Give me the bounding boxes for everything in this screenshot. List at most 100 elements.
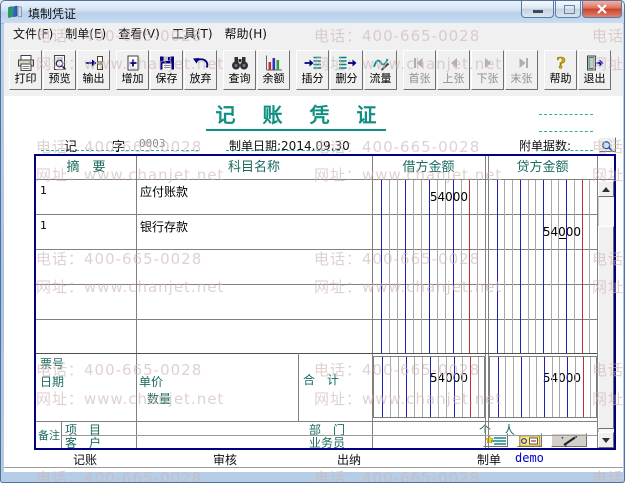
magnifier-icon [600,140,615,153]
debit-total-grid[interactable] [373,356,485,418]
dashed-underline [539,114,593,115]
arrow-up-icon [602,187,610,192]
next-button[interactable]: 下张 [471,50,504,90]
flow-button[interactable]: 流量 [364,50,397,90]
insert-split-button[interactable]: 插分 [296,50,329,90]
debit-amount-grid[interactable] [373,180,485,353]
digit-grid-line [512,180,513,353]
column-header-debit: 借方金额 [372,159,485,176]
svg-text:?: ? [556,54,565,72]
balance-button[interactable]: 余额 [257,50,290,90]
window: 填制凭证 文件(F)制单(E)查看(V)工具(T)帮助(H) 打印预览输出增加保… [0,0,625,483]
table-line [36,353,597,354]
digit-grid-line [543,180,544,353]
preview-button[interactable]: 预览 [43,50,76,90]
column-header-account: 科目名称 [136,159,372,176]
toolbar-button-label: 帮助 [550,72,572,85]
digit-grid-line [413,180,414,353]
customer-label[interactable]: 客 户 [65,434,101,451]
close-button[interactable] [582,1,622,18]
credit-amount-grid[interactable] [489,180,597,353]
minimize-button[interactable] [521,1,554,18]
digit-grid-line [470,357,471,417]
digit-grid-line [445,180,446,353]
preparer-label: 制单 [477,451,501,468]
digit-grid-line [453,180,454,353]
unit-price-label: 单价 [139,373,163,390]
digit-grid-line [520,180,521,353]
divider [4,468,623,469]
digit-grid-line [529,357,530,417]
digit-grid-line [559,357,560,417]
scrollbar-thumb[interactable] [598,226,614,429]
menu-file[interactable]: 文件(F) [8,23,58,44]
scrollbar-up-button[interactable] [598,181,614,197]
delete-split-button[interactable]: 删分 [330,50,363,90]
digit-grid-line [381,180,382,353]
menu-help[interactable]: 帮助(H) [220,23,272,44]
query-button[interactable]: 查询 [223,50,256,90]
scrollbar-down-button[interactable] [598,432,614,448]
digit-grid-line [461,180,462,353]
toolbar-button-label: 流量 [370,72,392,85]
digit-grid-line [567,357,568,417]
binoculars-icon [230,53,250,72]
preview-icon [50,53,70,72]
digit-grid-line [535,180,536,353]
digit-grid-line [397,180,398,353]
voucher-word-suffix: 字 [112,136,125,155]
credit-total-grid[interactable] [489,356,597,418]
calculator-icon [519,435,541,447]
voucher-word-label: 记 [64,136,77,155]
menu-voucher[interactable]: 制单(E) [60,23,111,44]
row-summary-cell[interactable]: 1 [40,219,47,232]
date-row-label: 日期 [40,373,64,390]
row-summary-cell[interactable]: 1 [40,184,47,197]
menu-tools[interactable]: 工具(T) [167,23,218,44]
arrow-down-icon [602,438,610,443]
save-button[interactable]: 保存 [150,50,183,90]
add-button[interactable]: 增加 [116,50,149,90]
table-line [298,353,299,421]
watermark-site: 网址：www.chanjet.net [592,479,625,483]
voucher-number[interactable]: 0003 [139,137,166,150]
menu-view[interactable]: 查看(V) [113,23,165,44]
output-button[interactable]: 输出 [77,50,110,90]
help-button[interactable]: ?帮助 [544,50,577,90]
column-header-credit: 贷方金额 [488,159,597,176]
row-account-cell[interactable]: 银行存款 [140,218,188,235]
app-books-icon [7,4,23,20]
digit-grid-line [574,180,575,353]
exit-icon [585,53,605,72]
toolbar-button-label: 增加 [122,72,144,85]
row-debit-value[interactable]: 54000 [406,190,468,204]
digit-grid-line [504,180,505,353]
digit-grid-line [478,357,479,417]
printer-icon [16,53,36,72]
digit-grid-line [430,357,431,417]
voucher-date[interactable]: 制单日期:2014.09.30 [229,137,350,154]
maximize-button[interactable] [555,1,581,18]
digit-grid-line [446,357,447,417]
print-button[interactable]: 打印 [9,50,42,90]
last-button[interactable]: 末张 [505,50,538,90]
digit-grid-line [406,357,407,417]
cashier-label: 出纳 [337,451,361,468]
first-button[interactable]: 首张 [403,50,436,90]
salesman-label[interactable]: 业务员 [309,434,345,451]
prev-button[interactable]: 上张 [437,50,470,90]
exit-button[interactable]: 退出 [578,50,611,90]
toolbar-button-label: 余额 [263,72,285,85]
digit-grid-line [566,180,567,353]
digit-grid-line [390,357,391,417]
digit-grid-line [469,180,470,353]
row-credit-value[interactable]: 54000 [519,225,581,239]
attachment-lookup-button[interactable] [599,137,616,152]
discard-button[interactable]: 放弃 [184,50,217,90]
row-account-cell[interactable]: 应付账款 [140,183,188,200]
watermark-site: 网址：www.chanjet.net [314,479,502,483]
floppy-icon [157,53,177,72]
digit-grid-line [583,357,584,417]
toolbar-button-label: 查询 [229,72,251,85]
minimize-icon [533,10,543,13]
